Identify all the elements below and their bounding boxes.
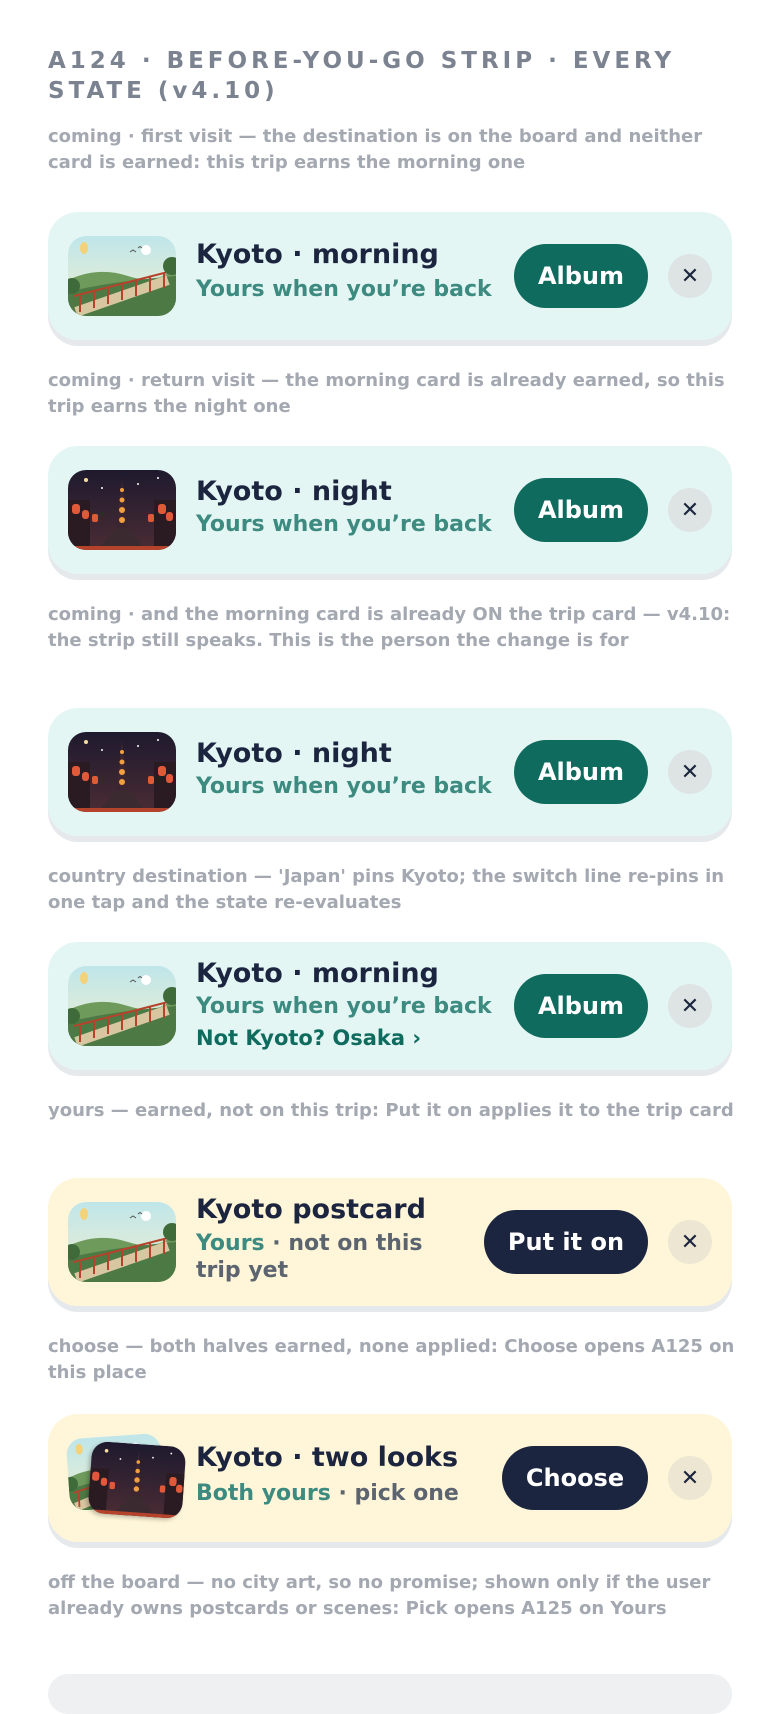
postcard-thumbnail: [68, 1202, 176, 1282]
strip-title: Kyoto postcard: [196, 1194, 426, 1225]
close-icon[interactable]: ✕: [668, 1456, 712, 1500]
strip-subtitle: Yours when you’re back: [196, 774, 492, 799]
yours-label: Both yours: [196, 1481, 331, 1506]
before-you-go-strip-partial: [48, 1674, 732, 1714]
postcard-thumbnail: [68, 966, 176, 1046]
state-caption: choose — both halves earned, none applie…: [48, 1336, 735, 1383]
put-it-on-button[interactable]: Put it on: [484, 1210, 648, 1274]
state-caption: coming · return visit — the morning card…: [48, 370, 725, 417]
close-icon[interactable]: ✕: [668, 984, 712, 1028]
close-icon[interactable]: ✕: [668, 1220, 712, 1264]
album-button[interactable]: Album: [514, 974, 648, 1038]
two-looks-thumbnail: [68, 1436, 187, 1520]
choose-button[interactable]: Choose: [502, 1446, 648, 1510]
strip-subtitle: Yours · not on this trip yet: [196, 1230, 466, 1284]
postcard-thumbnail: [68, 732, 176, 812]
strip-subtitle: Yours when you’re back: [196, 512, 492, 537]
close-icon[interactable]: ✕: [668, 750, 712, 794]
yours-label: Yours: [196, 1231, 265, 1256]
before-you-go-strip: Kyoto · morning Yours when you’re back A…: [48, 212, 732, 340]
close-icon[interactable]: ✕: [668, 488, 712, 532]
postcard-thumbnail: [68, 470, 176, 550]
strip-title: Kyoto · morning: [196, 239, 439, 270]
before-you-go-strip: Kyoto postcard Yours · not on this trip …: [48, 1178, 732, 1306]
close-icon[interactable]: ✕: [668, 254, 712, 298]
album-button[interactable]: Album: [514, 740, 648, 804]
album-button[interactable]: Album: [514, 244, 648, 308]
strip-subtitle: Both yours · pick one: [196, 1480, 459, 1507]
before-you-go-strip: Kyoto · night Yours when you’re back Alb…: [48, 708, 732, 836]
status-text: · pick one: [330, 1481, 459, 1506]
postcard-thumbnail: [68, 236, 176, 316]
state-caption: off the board — no city art, so no promi…: [48, 1572, 711, 1619]
strip-subtitle: Yours when you’re back: [196, 277, 492, 302]
state-caption: yours — earned, not on this trip: Put it…: [48, 1100, 734, 1121]
page-title: A124 · BEFORE-YOU-GO STRIP · EVERY STATE…: [48, 48, 676, 104]
state-caption: coming · and the morning card is already…: [48, 604, 731, 651]
before-you-go-strip: Kyoto · night Yours when you’re back Alb…: [48, 446, 732, 574]
strip-title: Kyoto · morning: [196, 958, 439, 989]
before-you-go-strip: Kyoto · two looks Both yours · pick one …: [48, 1414, 732, 1542]
night-postcard-thumbnail: [87, 1440, 187, 1520]
switch-destination-link[interactable]: Not Kyoto? Osaka ›: [196, 1026, 421, 1050]
strip-title: Kyoto · two looks: [196, 1442, 459, 1473]
album-button[interactable]: Album: [514, 478, 648, 542]
state-caption: country destination — 'Japan' pins Kyoto…: [48, 866, 725, 913]
before-you-go-strip: Kyoto · morning Yours when you’re back N…: [48, 942, 732, 1070]
strip-title: Kyoto · night: [196, 476, 392, 507]
strip-title: Kyoto · night: [196, 738, 392, 769]
state-caption: coming · first visit — the destination i…: [48, 126, 703, 173]
strip-subtitle: Yours when you’re back: [196, 994, 492, 1019]
